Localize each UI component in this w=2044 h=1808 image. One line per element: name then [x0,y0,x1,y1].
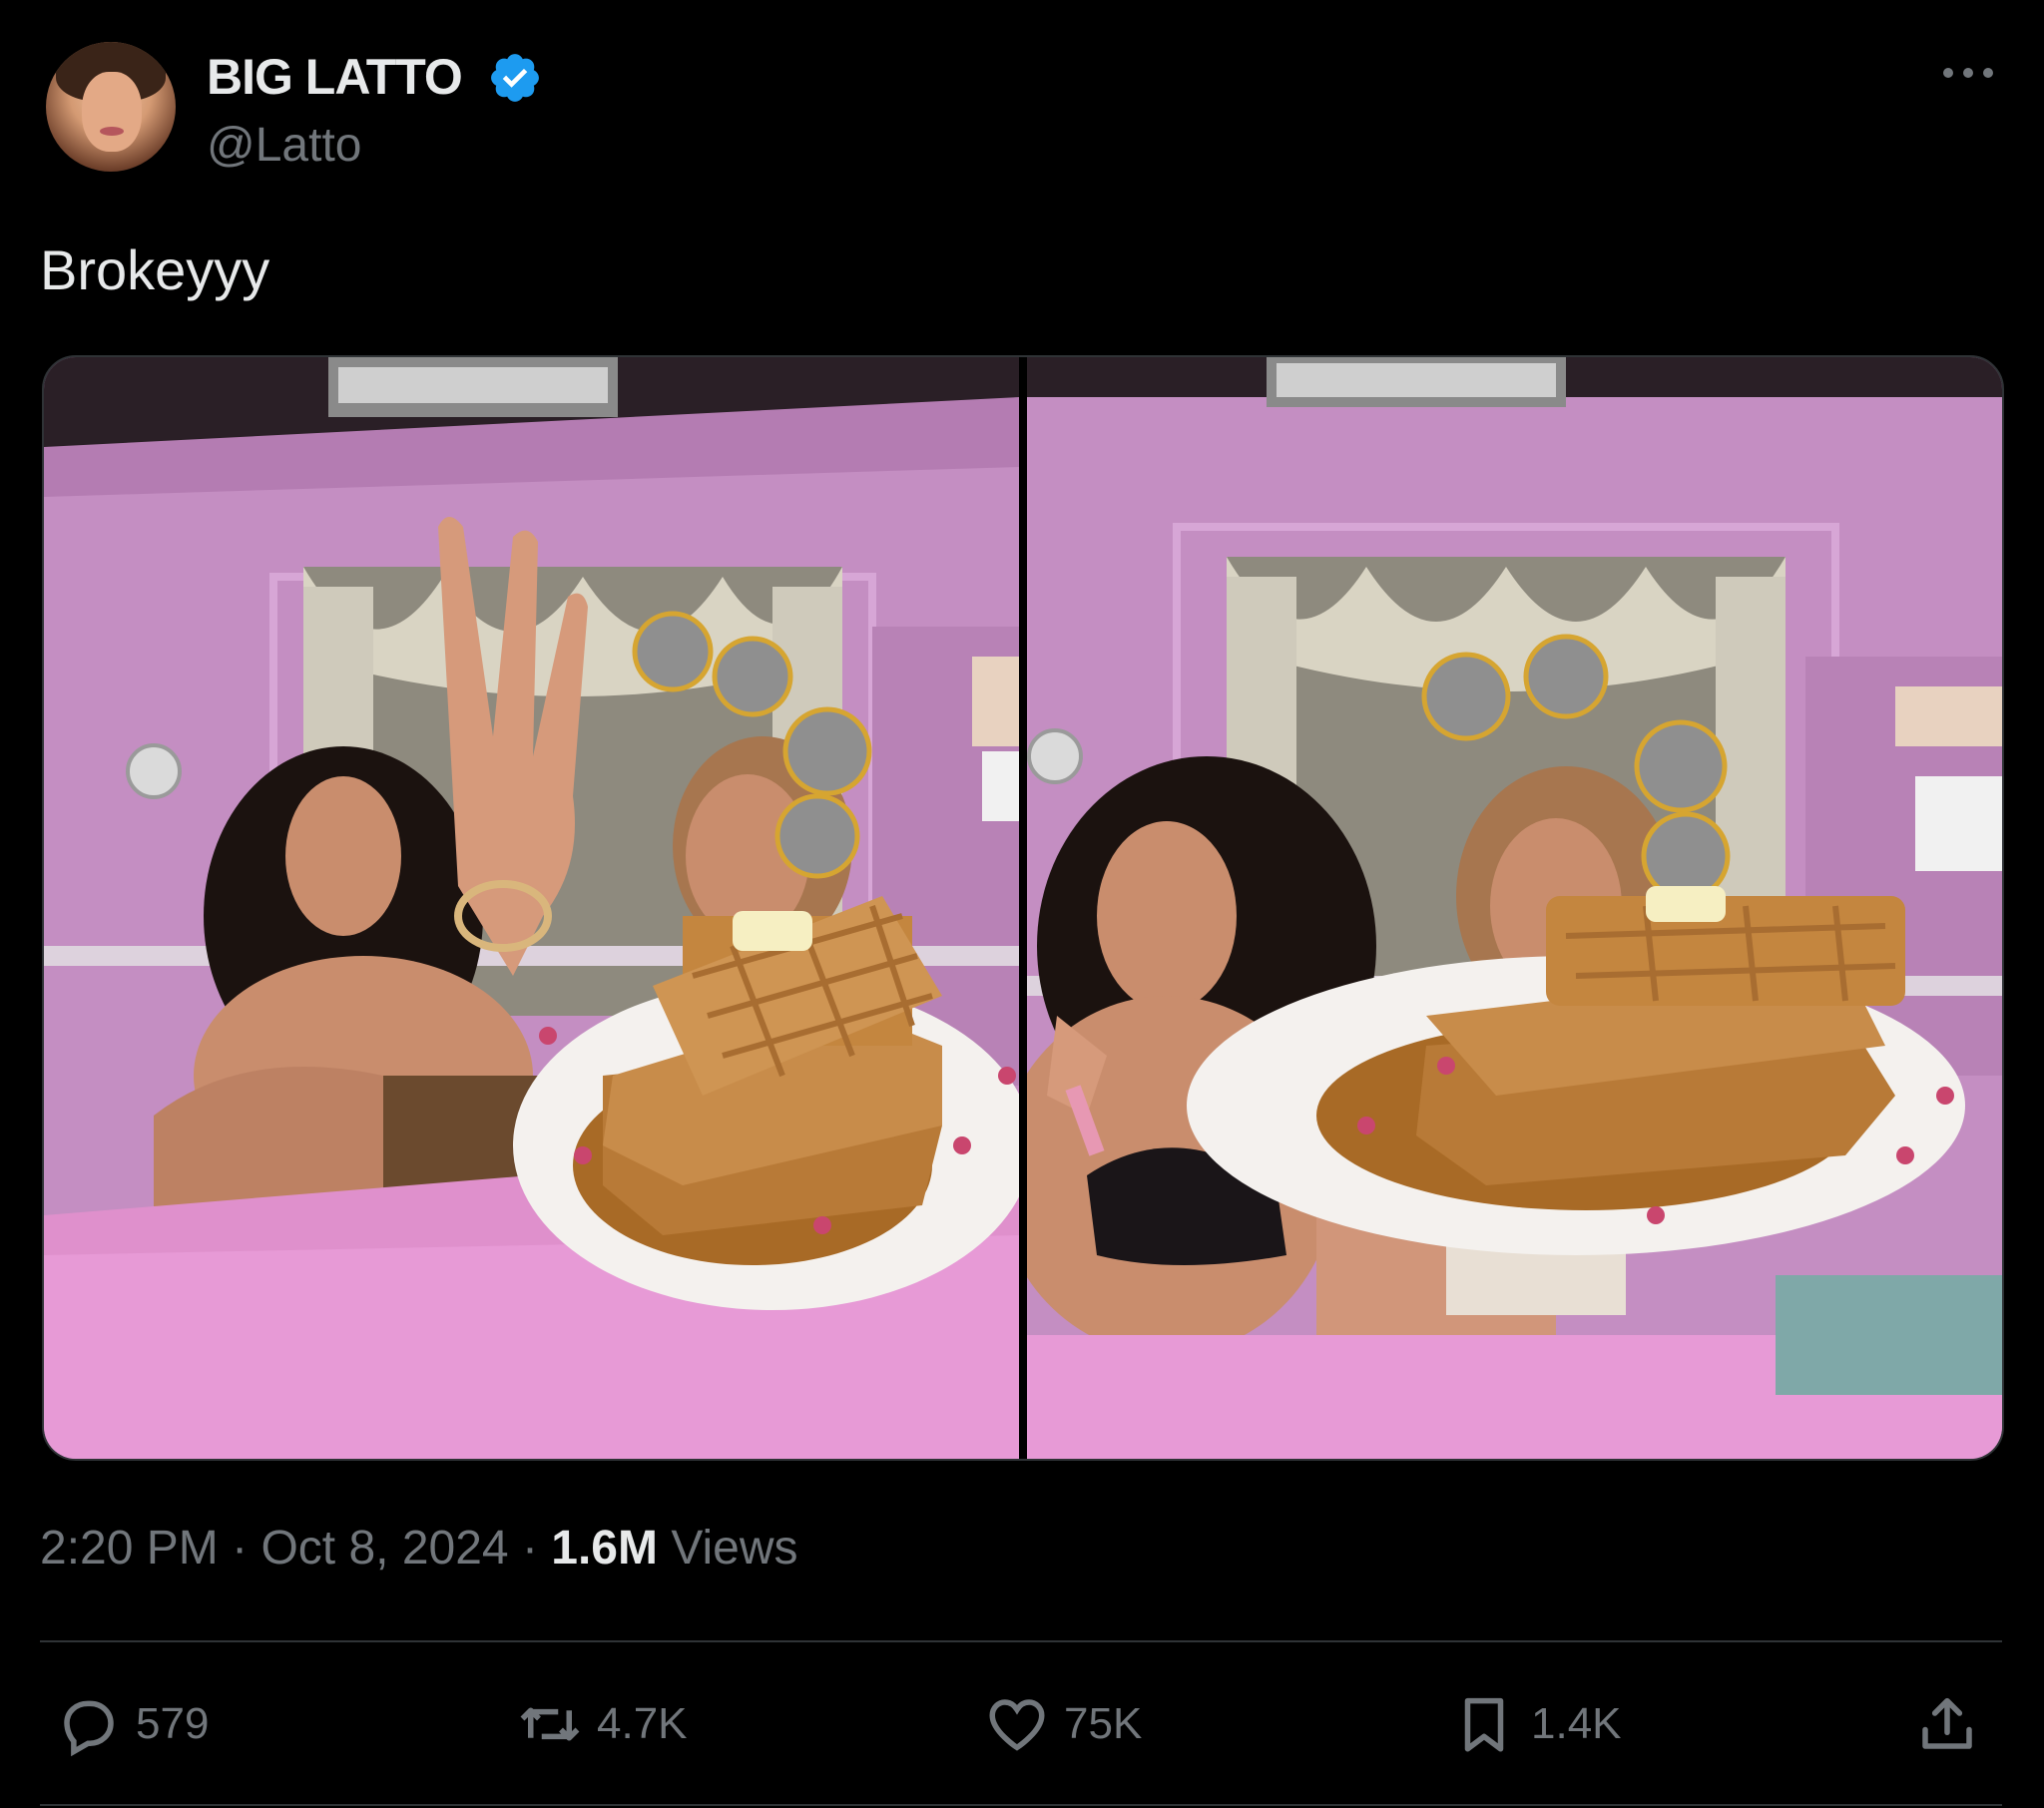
bookmark-button[interactable]: 1.4K [1451,1688,1622,1760]
meta-separator: · [521,1522,538,1575]
reply-count: 579 [136,1699,210,1748]
reply-icon [64,1700,114,1757]
tweet-meta: 2:20 PM · Oct 8, 2024 · 1.6M Views [40,1521,798,1576]
tweet-card[interactable]: BIG LATTO @Latto Brokeyyy 2:20 PM · Oct … [0,0,2044,1808]
author-display-name[interactable]: BIG LATTO [207,48,463,106]
more-icon[interactable] [1938,58,1998,88]
photo-left[interactable] [44,357,1019,1459]
like-button[interactable]: 75K [984,1688,1142,1760]
bookmark-icon [1464,1697,1504,1752]
views-label: Views [671,1522,798,1575]
repost-icon [520,1707,580,1741]
media-grid[interactable] [42,355,2004,1461]
divider [40,1804,2002,1806]
share-button[interactable] [1914,1688,1980,1760]
author-handle[interactable]: @Latto [207,118,361,173]
like-icon [989,1699,1045,1751]
divider [40,1640,2002,1642]
meta-separator: · [232,1522,249,1575]
tweet-date[interactable]: Oct 8, 2024 [260,1522,508,1575]
avatar[interactable] [46,42,176,172]
reply-button[interactable]: 579 [56,1688,209,1760]
verified-badge-icon [491,54,539,102]
repost-button[interactable]: 4.7K [517,1688,688,1760]
tweet-text: Brokeyyy [40,238,270,301]
like-count: 75K [1064,1699,1143,1748]
repost-count: 4.7K [597,1699,688,1748]
photo-right[interactable] [1027,357,2002,1459]
tweet-time[interactable]: 2:20 PM [40,1522,219,1575]
bookmark-count: 1.4K [1531,1699,1622,1748]
views-count[interactable]: 1.6M [551,1522,658,1575]
share-icon [1922,1697,1972,1749]
